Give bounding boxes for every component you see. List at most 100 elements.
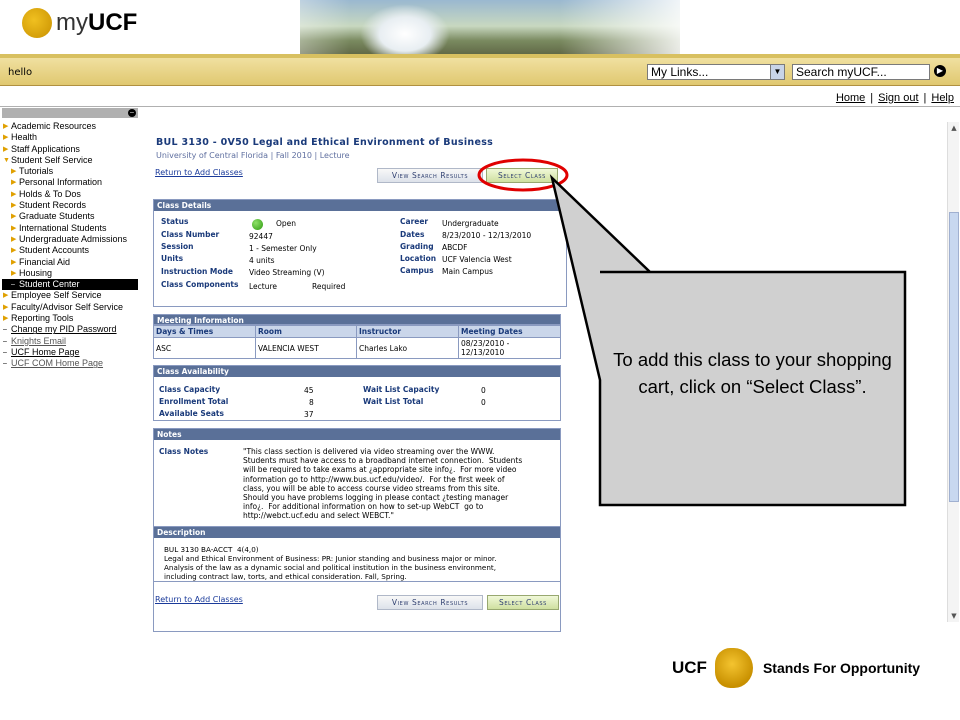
class-capacity-label: Class Capacity [159,385,221,394]
select-class-button[interactable]: Select Class [486,168,558,183]
chevron-down-icon[interactable]: ▼ [770,65,784,79]
folder-arrow-icon: ▶ [11,213,17,221]
folder-arrow-icon: ▶ [3,123,9,130]
menu-item-student-accounts[interactable]: ▶ Student Accounts [2,245,138,256]
folder-arrow-icon: ▶ [3,145,9,153]
class-components-value: Lecture [249,282,278,291]
return-to-add-classes-link[interactable]: Return to Add Classes [155,168,243,177]
menu-item-reporting-tools[interactable]: ▶ Reporting Tools [2,313,138,324]
callout-text: To add this class to your shopping cart,… [613,349,892,397]
dates-label: Dates [400,230,425,239]
menu-item-label: Health [11,132,38,143]
scrollbar-thumb[interactable] [949,212,959,502]
col-meeting-dates: Meeting Dates [458,325,561,338]
footer-slogan: Stands For Opportunity [762,660,921,676]
menu-item-academic-resources[interactable]: ▶ Academic Resources [2,121,138,132]
logo-ucf-text: UCF [88,9,138,36]
menu-item-housing[interactable]: ▶ Housing [2,268,138,279]
folder-arrow-icon: ▶ [11,247,17,255]
menu-item-student-records[interactable]: ▶ Student Records [2,200,138,211]
class-notes-text: "This class section is delivered via vid… [243,447,523,521]
menu-item-ucf-com-home-page[interactable]: – UCF COM Home Page [2,358,138,369]
collapse-icon[interactable]: – [128,109,136,117]
search-input[interactable]: Search myUCF... [792,64,930,80]
status-label: Status [161,217,189,226]
class-notes-label: Class Notes [159,447,209,456]
link-dash-icon: – [3,326,7,334]
top-links: Home | Sign out | Help [835,92,954,104]
description-panel: Description BUL 3130 BA-ACCT 4(4,0) Lega… [153,526,561,582]
menu-item-label: Student Accounts [19,245,90,256]
menu-item-employee-self-service[interactable]: ▶ Employee Self Service [2,290,138,301]
folder-arrow-icon: ▶ [3,292,9,300]
link-dash-icon: – [3,337,7,345]
menu-item-graduate-students[interactable]: ▶ Graduate Students [2,211,138,222]
footer-brand: UCF Stands For Opportunity [672,648,920,688]
myucf-logo[interactable]: my UCF [22,8,137,38]
class-number-label: Class Number [161,230,220,239]
help-link[interactable]: Help [931,92,954,104]
class-details-header: Class Details [154,200,566,211]
enrollment-total-label: Enrollment Total [159,397,229,406]
menu-item-label: Academic Resources [11,121,97,131]
link-dash-icon: – [11,281,15,289]
menu-item-knights-email[interactable]: – Knights Email [2,336,138,347]
view-search-results-button[interactable]: View Search Results [377,168,483,183]
menu-item-staff-applications[interactable]: ▶ Staff Applications [2,144,138,155]
menu-item-health[interactable]: ▶ Health [2,132,138,143]
folder-arrow-icon: ▶ [11,179,17,187]
my-links-value: My Links... [651,65,709,79]
instructor-cell: Charles Lako [356,337,459,359]
menu-item-label: Personal Information [19,177,103,188]
menu-item-label: International Students [19,222,107,233]
home-link[interactable]: Home [836,92,865,104]
campus-value: Main Campus [442,267,493,276]
wait-list-total-label: Wait List Total [363,397,424,406]
folder-arrow-icon: ▶ [11,168,17,176]
menu-item-label: Staff Applications [11,143,80,154]
main-content: BUL 3130 - 0V50 Legal and Ethical Enviro… [150,112,940,712]
menu-item-undergraduate-admissions[interactable]: ▶ Undergraduate Admissions [2,234,138,245]
menu-item-ucf-home-page[interactable]: – UCF Home Page [2,347,138,358]
menu-item-student-self-service[interactable]: ▼ Student Self Service [2,155,138,166]
class-capacity-value: 45 [304,386,314,395]
folder-arrow-icon: ▶ [11,224,17,232]
my-links-select[interactable]: My Links... ▼ [647,64,785,80]
menu-item-change-my-pid-password[interactable]: – Change my PID Password [2,324,138,335]
menu-item-holds-to-dos[interactable]: ▶ Holds & To Dos [2,189,138,200]
table-row: ASC VALENCIA WEST Charles Lako 08/23/201… [153,337,561,359]
meeting-information-panel: Meeting Information Days & Times Room In… [153,314,561,362]
menu-header: – [2,108,138,118]
units-label: Units [161,254,184,263]
meeting-table: Days & Times Room Instructor Meeting Dat… [153,325,561,359]
menu-item-faculty-advisor-self-service[interactable]: ▶ Faculty/Advisor Self Service [2,302,138,313]
menu-item-international-students[interactable]: ▶ International Students [2,223,138,234]
menu-item-label: Student Center [19,279,80,290]
menu-item-financial-aid[interactable]: ▶ Financial Aid [2,257,138,268]
course-subtitle: University of Central Florida | Fall 201… [156,151,350,160]
open-status-icon [252,219,263,230]
view-search-results-button-bottom[interactable]: View Search Results [377,595,483,610]
scroll-up-icon[interactable]: ▲ [948,122,960,134]
select-class-button-bottom[interactable]: Select Class [487,595,559,610]
folder-arrow-icon: ▶ [11,269,17,277]
sign-out-link[interactable]: Sign out [878,92,918,104]
pegasus-logo-icon [22,8,52,38]
menu-item-tutorials[interactable]: ▶ Tutorials [2,166,138,177]
return-to-add-classes-link-bottom[interactable]: Return to Add Classes [155,595,243,604]
days-times-cell: ASC [153,337,256,359]
vertical-scrollbar[interactable]: ▲ ▼ [947,122,959,622]
col-room: Room [255,325,357,338]
description-header: Description [154,527,560,538]
class-components-label: Class Components [161,280,239,289]
notes-header: Notes [154,429,560,440]
menu-item-personal-information[interactable]: ▶ Personal Information [2,177,138,188]
scroll-down-icon[interactable]: ▼ [948,610,960,622]
search-go-icon[interactable]: ▶ [934,65,946,77]
menu-item-student-center[interactable]: – Student Center [2,279,138,291]
folder-open-icon: ▼ [3,156,10,164]
units-value: 4 units [249,256,275,265]
logo-my-text: my [56,9,88,36]
search-placeholder: Search myUCF... [796,65,887,79]
class-availability-header: Class Availability [154,366,560,377]
